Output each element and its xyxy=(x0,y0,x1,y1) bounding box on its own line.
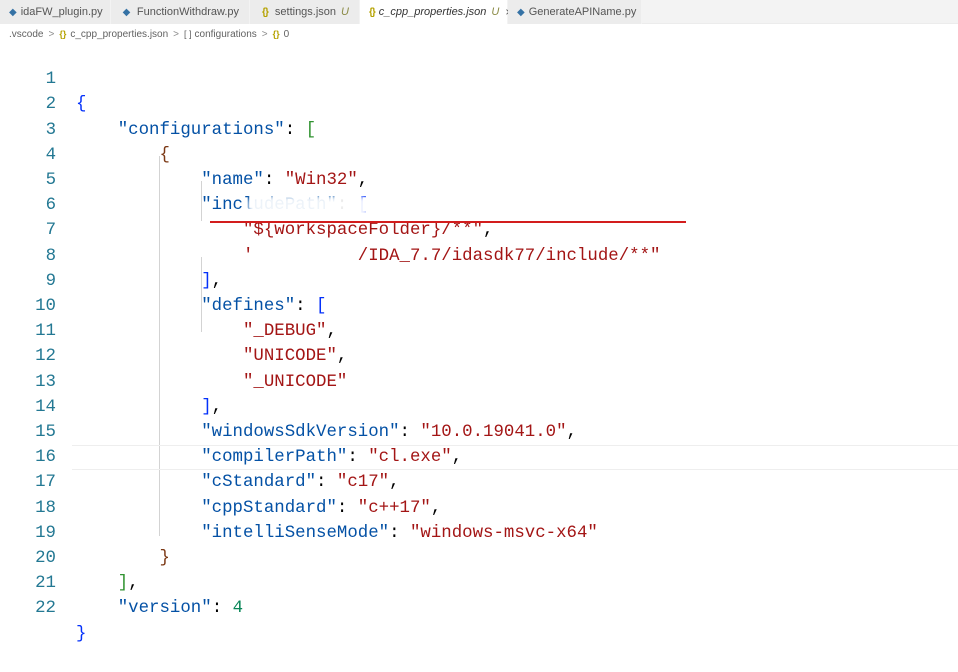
code-line: 14 "windowsSdkVersion": "10.0.19041.0", xyxy=(0,370,958,442)
tab-settings-json[interactable]: {} settings.json U xyxy=(250,0,360,24)
code-line: 4 "name": "Win32", xyxy=(0,118,958,190)
code-line: 13 ], xyxy=(0,344,958,417)
code-line: 11 "UNICODE", xyxy=(0,294,958,366)
code-line: 22 } xyxy=(0,571,958,643)
tab-label: c_cpp_properties.json xyxy=(378,6,487,18)
tab-function-withdraw[interactable]: ◆ FunctionWithdraw.py xyxy=(111,0,250,24)
tab-c-cpp-properties[interactable]: {} c_cpp_properties.json U × xyxy=(360,0,512,24)
chevron-right-icon: > xyxy=(48,28,55,40)
code-line: 15 "compilerPath": "cl.exe", xyxy=(0,395,958,467)
python-file-icon: ◆ xyxy=(9,6,17,18)
breadcrumb-file[interactable]: c_cpp_properties.json xyxy=(70,29,168,40)
tab-label: settings.json xyxy=(274,6,337,18)
json-file-icon: {} xyxy=(59,29,67,39)
breadcrumb-folder[interactable]: .vscode xyxy=(9,29,43,40)
breadcrumb-array[interactable]: configurations xyxy=(195,29,257,40)
annotation-underline xyxy=(210,221,686,223)
breadcrumb-object[interactable]: 0 xyxy=(284,29,290,40)
editor-tab-bar: ◆ idaFW_plugin.py ◆ FunctionWithdraw.py … xyxy=(0,0,958,24)
tab-label: GenerateAPIName.py xyxy=(528,6,637,18)
tab-generate-api-name[interactable]: ◆ GenerateAPIName.py xyxy=(508,0,642,24)
json-key: "version" xyxy=(117,599,212,619)
python-file-icon: ◆ xyxy=(517,6,525,18)
untracked-badge: U xyxy=(491,6,500,18)
code-line: 19 } xyxy=(0,496,958,568)
untracked-badge: U xyxy=(341,6,349,18)
code-editor[interactable]: 1 { 2 "configurations": [ 3 { 4 "name": … xyxy=(0,42,958,644)
code-line: 2 "configurations": [ xyxy=(0,67,958,139)
tab-label: FunctionWithdraw.py xyxy=(136,6,239,18)
chevron-right-icon: > xyxy=(261,28,268,40)
tab-label: idaFW_plugin.py xyxy=(20,6,103,18)
code-line: 20 ], xyxy=(0,521,958,593)
redaction-blur xyxy=(248,196,368,217)
tab-idafw-plugin[interactable]: ◆ idaFW_plugin.py xyxy=(0,0,111,24)
code-line: 21 "version": 4 xyxy=(0,546,958,618)
code-line: 6 "${workspaceFolder}/**", xyxy=(0,168,958,240)
array-icon: [ ] xyxy=(184,29,192,39)
chevron-right-icon: > xyxy=(173,28,180,40)
code-line: 10 "_DEBUG", xyxy=(0,269,958,341)
code-line: 12 "_UNICODE" xyxy=(0,319,958,391)
line-number: 22 xyxy=(35,599,56,619)
code-line: 16 "cStandard": "c17", xyxy=(0,420,958,492)
code-line: 5 "includePath": [ xyxy=(0,143,958,215)
code-line: 3 { xyxy=(0,92,958,165)
code-line-current: 17 "cppStandard": "c++17", xyxy=(0,445,958,517)
python-file-icon: ◆ xyxy=(122,6,131,18)
code-line: 1 { xyxy=(0,42,958,114)
code-line: 7 ' /IDA_7.7/idasdk77/include/**" xyxy=(0,193,958,265)
json-number: 4 xyxy=(232,599,243,619)
breadcrumb: .vscode > {} c_cpp_properties.json > [ ]… xyxy=(0,26,289,42)
json-file-icon: {} xyxy=(262,6,269,18)
code-line: 9 "defines": [ xyxy=(0,244,958,316)
json-file-icon: {} xyxy=(369,6,376,18)
object-icon: {} xyxy=(272,29,280,39)
code-line: 18 "intelliSenseMode": "windows-msvc-x64… xyxy=(0,470,958,543)
